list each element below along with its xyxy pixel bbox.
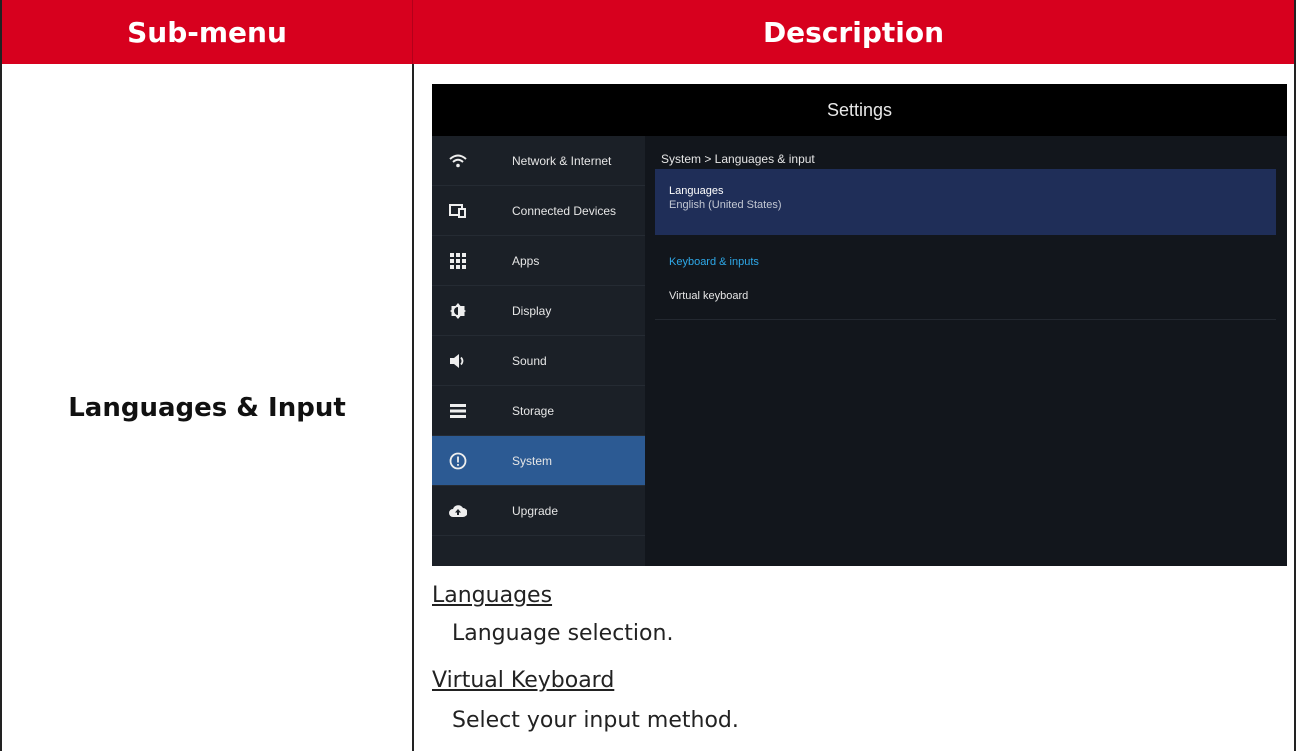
sidebar-item-display[interactable]: Display xyxy=(432,286,645,336)
sidebar-item-storage[interactable]: Storage xyxy=(432,386,645,436)
cloud-upload-icon xyxy=(432,486,484,536)
settings-screenshot: Settings Network & Internet Connected De… xyxy=(432,84,1287,566)
sidebar-item-network[interactable]: Network & Internet xyxy=(432,136,645,186)
sidebar-item-upgrade[interactable]: Upgrade xyxy=(432,486,645,536)
languages-row[interactable]: Languages English (United States) xyxy=(655,169,1276,235)
table-header: Sub-menu Description xyxy=(2,0,1294,64)
virtual-keyboard-heading: Virtual Keyboard xyxy=(432,668,615,693)
sidebar-item-label: Storage xyxy=(512,403,555,418)
sidebar-item-apps[interactable]: Apps xyxy=(432,236,645,286)
header-description: Description xyxy=(412,0,1294,64)
info-circle-icon xyxy=(432,436,484,486)
wifi-icon xyxy=(432,136,484,186)
breadcrumb: System > Languages & input xyxy=(661,152,815,166)
settings-sidebar: Network & Internet Connected Devices App… xyxy=(432,136,645,566)
devices-icon xyxy=(432,186,484,236)
sidebar-item-label: Display xyxy=(512,303,552,318)
keyboard-section-header: Keyboard & inputs xyxy=(669,256,759,268)
languages-title: Languages xyxy=(669,185,724,197)
sidebar-item-label: Upgrade xyxy=(512,503,559,518)
brightness-icon xyxy=(432,286,484,336)
sidebar-item-connected-devices[interactable]: Connected Devices xyxy=(432,186,645,236)
settings-content: System > Languages & input Languages Eng… xyxy=(645,136,1287,566)
column-divider xyxy=(412,64,414,751)
sidebar-item-sound[interactable]: Sound xyxy=(432,336,645,386)
virtual-keyboard-row[interactable]: Virtual keyboard xyxy=(655,280,1276,320)
sidebar-item-label: Network & Internet xyxy=(512,153,612,168)
virtual-keyboard-description: Select your input method. xyxy=(452,708,739,733)
sidebar-item-label: Connected Devices xyxy=(512,203,617,218)
settings-title: Settings xyxy=(432,84,1287,136)
languages-heading: Languages xyxy=(432,583,553,608)
sidebar-item-label: Sound xyxy=(512,353,547,368)
apps-grid-icon xyxy=(432,236,484,286)
languages-value: English (United States) xyxy=(669,199,782,211)
languages-description: Language selection. xyxy=(452,621,674,646)
sidebar-item-label: System xyxy=(512,453,553,468)
virtual-keyboard-label: Virtual keyboard xyxy=(669,290,749,302)
submenu-name: Languages & Input xyxy=(68,392,346,423)
header-submenu: Sub-menu xyxy=(127,15,287,49)
speaker-icon xyxy=(432,336,484,386)
storage-icon xyxy=(432,386,484,436)
sidebar-item-label: Apps xyxy=(512,253,540,268)
sidebar-item-system[interactable]: System xyxy=(432,436,645,486)
